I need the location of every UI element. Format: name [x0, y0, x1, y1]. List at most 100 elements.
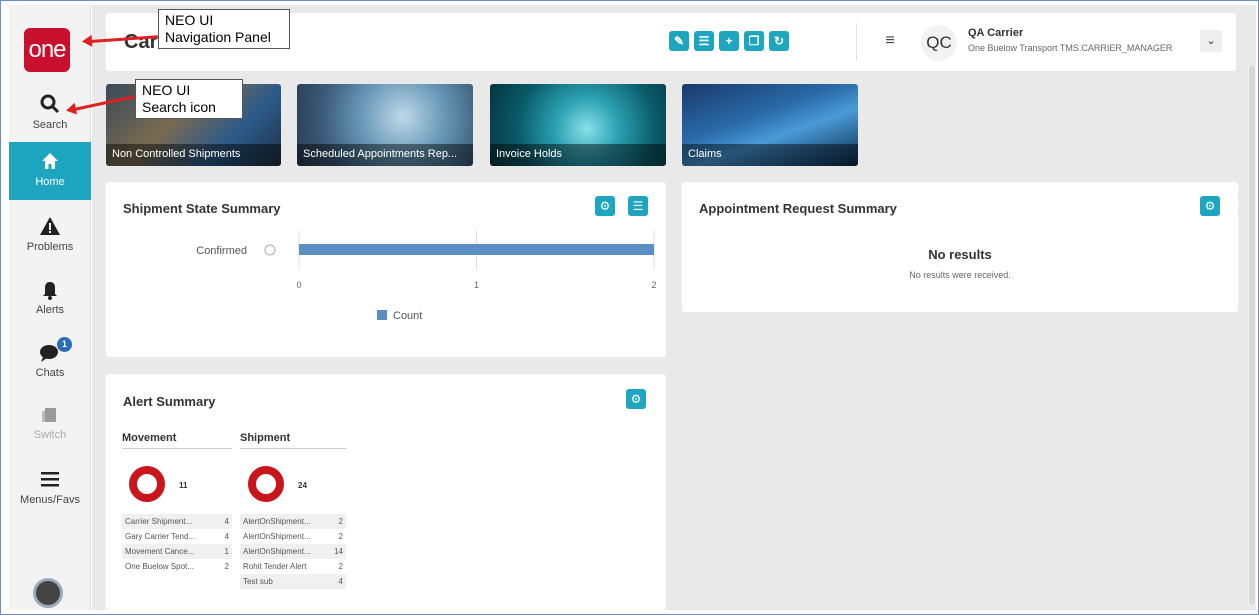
legend-swatch: [377, 310, 387, 320]
alert-count: 2: [224, 562, 229, 571]
table-row[interactable]: Test sub 4: [240, 574, 346, 589]
nav-alerts[interactable]: Alerts: [9, 270, 91, 328]
card-title: Shipment State Summary: [123, 201, 281, 216]
sliders-icon: ⚙: [599, 199, 611, 213]
alert-count: 2: [338, 562, 343, 571]
nav-label: Menus/Favs: [20, 494, 80, 506]
alert-name: Rohit Tender Alert: [243, 562, 307, 571]
table-row[interactable]: Movement Cance... 1: [122, 544, 232, 559]
alert-count: 4: [338, 577, 343, 586]
alert-name: Gary Carrier Tend...: [125, 532, 196, 541]
user-dropdown-button[interactable]: ⌄: [1200, 30, 1222, 52]
x-tick-label: 0: [296, 280, 301, 290]
shipment-header: Shipment: [240, 432, 346, 449]
movement-header: Movement: [122, 432, 232, 449]
refresh-button[interactable]: ↻: [769, 31, 789, 51]
shipment-state-summary-card: Shipment State Summary ⚙ ☰ 0 1 2 Confirmed C…: [106, 182, 666, 357]
user-name: QA Carrier: [968, 27, 1024, 39]
add-button[interactable]: +: [719, 31, 739, 51]
filter-button[interactable]: ⚙: [626, 389, 646, 409]
annotation-navigation-panel: NEO UI Navigation Panel: [158, 9, 290, 49]
list-button[interactable]: ☰: [694, 31, 714, 51]
nav-label: Home: [35, 176, 65, 188]
alert-count: 2: [338, 532, 343, 541]
shipment-donut-chart[interactable]: [248, 466, 284, 502]
alert-count: 4: [224, 517, 229, 526]
alert-name: AlertOnShipment...: [243, 547, 311, 556]
nav-label: Problems: [26, 241, 74, 253]
alert-name: Movement Cance...: [125, 547, 195, 556]
nav-search[interactable]: Search: [9, 85, 91, 143]
list-view-button[interactable]: ☰: [628, 196, 648, 216]
chat-count-badge: 1: [57, 337, 72, 352]
shipment-total: 24: [298, 481, 307, 490]
alert-summary-card: Alert Summary ⚙ Movement 11 Carrier Ship…: [106, 374, 666, 610]
nav-label: Chats: [35, 367, 65, 379]
list-icon: ☰: [698, 34, 710, 48]
copy-icon: ❐: [748, 34, 760, 48]
header-menu-icon[interactable]: ≡: [881, 33, 899, 49]
refresh-icon: ↻: [773, 34, 785, 48]
plus-icon: +: [725, 34, 733, 48]
nav-switch[interactable]: Switch: [9, 395, 91, 453]
annotation-line-2: Navigation Panel: [165, 29, 271, 45]
tile-label: Claims: [688, 148, 722, 160]
navigation-panel: one Search Home Problems Alerts Chats 1: [9, 5, 91, 610]
nav-problems[interactable]: Problems: [9, 207, 91, 265]
alert-count: 1: [224, 547, 229, 556]
annotation-search-icon: NEO UI Search icon: [135, 79, 243, 119]
filter-button[interactable]: ⚙: [595, 196, 615, 216]
alert-count: 4: [224, 532, 229, 541]
category-label: Confirmed: [196, 245, 247, 257]
x-tick-label: 1: [474, 280, 479, 290]
alert-name: One Buelow Spot...: [125, 562, 194, 571]
x-tick-label: 2: [651, 280, 656, 290]
movement-donut-chart[interactable]: [129, 466, 165, 502]
table-row[interactable]: AlertOnShipment... 14: [240, 544, 346, 559]
user-avatar[interactable]: QC: [921, 25, 957, 61]
card-title: Alert Summary: [123, 394, 216, 409]
edit-button[interactable]: ✎: [669, 31, 689, 51]
one-logo[interactable]: one: [24, 28, 70, 72]
tile-claims[interactable]: Claims: [682, 84, 858, 166]
scrollbar-thumb[interactable]: [1249, 65, 1255, 605]
table-row[interactable]: Gary Carrier Tend... 4: [122, 529, 232, 544]
alert-name: AlertOnShipment...: [243, 532, 311, 541]
table-row[interactable]: One Buelow Spot... 2: [122, 559, 232, 574]
tile-label: Invoice Holds: [496, 148, 563, 160]
user-avatar-icon[interactable]: [33, 578, 63, 608]
annotation-line-1: NEO UI: [165, 12, 214, 28]
menu-icon: [9, 468, 91, 494]
tile-invoice-holds[interactable]: Invoice Holds: [490, 84, 666, 166]
table-row[interactable]: Rohit Tender Alert 2: [240, 559, 346, 574]
pencil-icon: ✎: [673, 34, 685, 48]
nav-menus-favs[interactable]: Menus/Favs: [9, 460, 91, 518]
table-row[interactable]: Carrier Shipment... 4: [122, 514, 232, 529]
copy-button[interactable]: ❐: [744, 31, 764, 51]
list-icon: ☰: [632, 199, 644, 213]
nav-label: Alerts: [35, 304, 65, 316]
no-results-message: No results were received.: [909, 270, 1011, 280]
card-title: Appointment Request Summary: [699, 201, 897, 216]
filter-button[interactable]: ⚙: [1200, 196, 1220, 216]
annotation-line-2: Search icon: [142, 99, 216, 115]
alert-name: Test sub: [243, 577, 273, 586]
vertical-scrollbar[interactable]: [1248, 65, 1256, 605]
appointment-request-summary-card: Appointment Request Summary ⚙ No results…: [682, 182, 1238, 312]
table-row[interactable]: AlertOnShipment... 2: [240, 529, 346, 544]
tile-label: Scheduled Appointments Rep...: [303, 148, 458, 160]
nav-label: Search: [32, 119, 68, 131]
sliders-icon: ⚙: [1204, 199, 1216, 213]
legend-label: Count: [393, 310, 422, 322]
nav-chats[interactable]: Chats 1: [9, 333, 91, 391]
shipment-alert-table: AlertOnShipment... 2 AlertOnShipment... 2 …: [240, 514, 346, 589]
table-row[interactable]: AlertOnShipment... 2: [240, 514, 346, 529]
tile-scheduled-appointments[interactable]: Scheduled Appointments Rep...: [297, 84, 473, 166]
movement-total: 11: [179, 481, 188, 490]
header-divider: [856, 23, 857, 61]
bell-icon: [9, 278, 91, 304]
bar: [299, 244, 654, 255]
main-content: Cariard ✎ ☰ + ❐ ↻ ≡ QC QA Carrier One Bu…: [92, 5, 1256, 610]
nav-home[interactable]: Home: [9, 142, 91, 200]
alert-count: 14: [334, 547, 343, 556]
